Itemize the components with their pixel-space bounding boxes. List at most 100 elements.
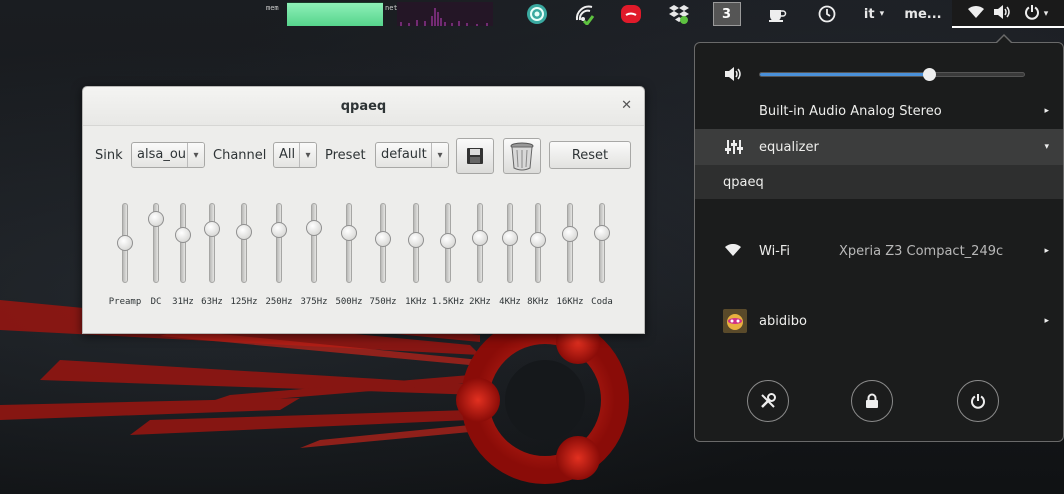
sink-select[interactable]: alsa_ou ▾ [131,142,205,168]
sink-value: alsa_ou [137,147,187,162]
eq-slider-handle[interactable] [341,225,357,242]
volume-slider[interactable] [759,68,1025,81]
volume-slider-handle[interactable] [922,68,936,81]
dropbox-icon[interactable] [664,0,694,28]
channel-label: Channel [213,148,267,163]
eq-slider-track [599,203,605,283]
eq-slider-label: 31Hz [172,297,194,307]
chevron-down-icon: ▾ [299,143,316,167]
eq-slider-label: 63Hz [201,297,223,307]
eq-slider-track [180,203,186,283]
mem-graph-fill [287,3,383,26]
eq-slider-handle[interactable] [472,230,488,247]
eq-slider-handle[interactable] [271,222,287,239]
wifi-icon [967,5,984,23]
channel-select[interactable]: All ▾ [273,142,317,168]
coffee-icon[interactable] [762,0,792,28]
note-icon[interactable] [616,0,646,28]
lock-button[interactable] [851,380,893,422]
qpaeq-menu-item[interactable]: qpaeq [695,165,1063,199]
eq-slider-label: 8KHz [527,297,549,307]
top-bar: mem net 3 it ▾ me... ▾ [0,0,1064,28]
eq-slider-handle[interactable] [117,235,133,251]
net-label: net [385,4,398,12]
eq-slider-label: 750Hz [369,297,397,307]
user-row[interactable]: abidibo ▸ [695,307,1063,335]
eq-slider[interactable] [224,201,264,291]
preset-select[interactable]: default ▾ [375,142,449,168]
eq-slider-handle[interactable] [375,231,391,247]
eq-slider-handle[interactable] [594,224,610,241]
save-preset-button[interactable] [456,138,494,174]
eq-slider-label: 125Hz [230,297,258,307]
chevron-right-icon: ▸ [1044,246,1049,256]
eq-slider-handle[interactable] [204,221,220,238]
eq-slider-track [276,203,282,283]
language-label: it [863,6,875,22]
eq-slider-label: 16KHz [556,297,584,307]
user-short-label: me... [904,6,942,22]
close-icon[interactable]: ✕ [621,98,632,113]
eq-slider-label: 1.5KHz [431,297,465,307]
eq-slider[interactable] [582,201,622,291]
eq-slider[interactable] [259,201,299,291]
power-icon [971,394,985,409]
equalizer-row[interactable]: equalizer ▾ [695,129,1063,165]
power-icon [1024,4,1040,24]
eq-slider-handle[interactable] [562,226,578,243]
preset-label: Preset [325,148,366,163]
eq-slider-handle[interactable] [175,227,191,243]
settings-button[interactable] [747,380,789,422]
controls-row: Sink alsa_ou ▾ Channel All ▾ Preset defa… [83,138,644,174]
workspace-number: 3 [712,2,741,26]
sync-icon[interactable] [522,0,552,28]
qpaeq-item-label: qpaeq [723,174,764,190]
volume-icon [993,5,1012,23]
eq-slider[interactable] [294,201,334,291]
eq-slider-handle[interactable] [408,231,424,248]
sink-label: Sink [95,148,123,163]
eq-slider-handle[interactable] [530,231,546,248]
lock-icon [866,393,878,408]
system-status-area[interactable]: ▾ [952,0,1064,28]
power-off-button[interactable] [957,380,999,422]
window-title: qpaeq [83,87,644,126]
clock-icon[interactable] [812,0,842,28]
audio-device-label: Built-in Audio Analog Stereo [759,103,942,119]
wifi-network-name: Xperia Z3 Compact_249c [839,243,1004,259]
eq-slider-label: 1KHz [405,297,427,307]
net-graph [397,2,493,26]
delete-preset-button[interactable] [503,138,541,174]
volume-slider-fill [760,73,929,76]
settings-icon [761,393,776,408]
eq-slider-handle[interactable] [502,230,518,247]
save-icon [467,148,483,164]
network-icon[interactable] [570,0,600,28]
eq-slider-label: Preamp [108,297,142,307]
eq-slider-handle[interactable] [306,219,322,236]
eq-slider-track [567,203,573,283]
workspace-indicator[interactable]: 3 [712,0,741,28]
chevron-right-icon: ▸ [1044,106,1049,116]
language-menu[interactable]: it ▾ [856,0,892,28]
channel-value: All [279,147,296,162]
equalizer-icon [725,139,743,159]
mem-graph [287,2,383,26]
eq-slider-handle[interactable] [440,232,456,249]
eq-slider-handle[interactable] [236,223,252,240]
audio-device-row[interactable]: Built-in Audio Analog Stereo ▸ [695,99,1063,123]
wifi-row[interactable]: Wi-Fi Xperia Z3 Compact_249c ▸ [695,239,1063,263]
reset-button[interactable]: Reset [549,141,631,169]
eq-slider-track [311,203,317,283]
mem-label: mem [266,4,279,12]
eq-slider-label: Coda [591,297,613,307]
eq-slider-label: 4KHz [499,297,521,307]
system-menu: Built-in Audio Analog Stereo ▸ equalizer… [694,34,1064,442]
user-label: abidibo [759,313,807,329]
equalizer-label: equalizer [759,139,819,155]
eq-slider-handle[interactable] [148,211,164,227]
eq-slider-track [209,203,215,283]
user-menu[interactable]: me... [902,0,944,28]
chevron-right-icon: ▸ [1044,316,1049,326]
chevron-down-icon: ▾ [187,143,204,167]
